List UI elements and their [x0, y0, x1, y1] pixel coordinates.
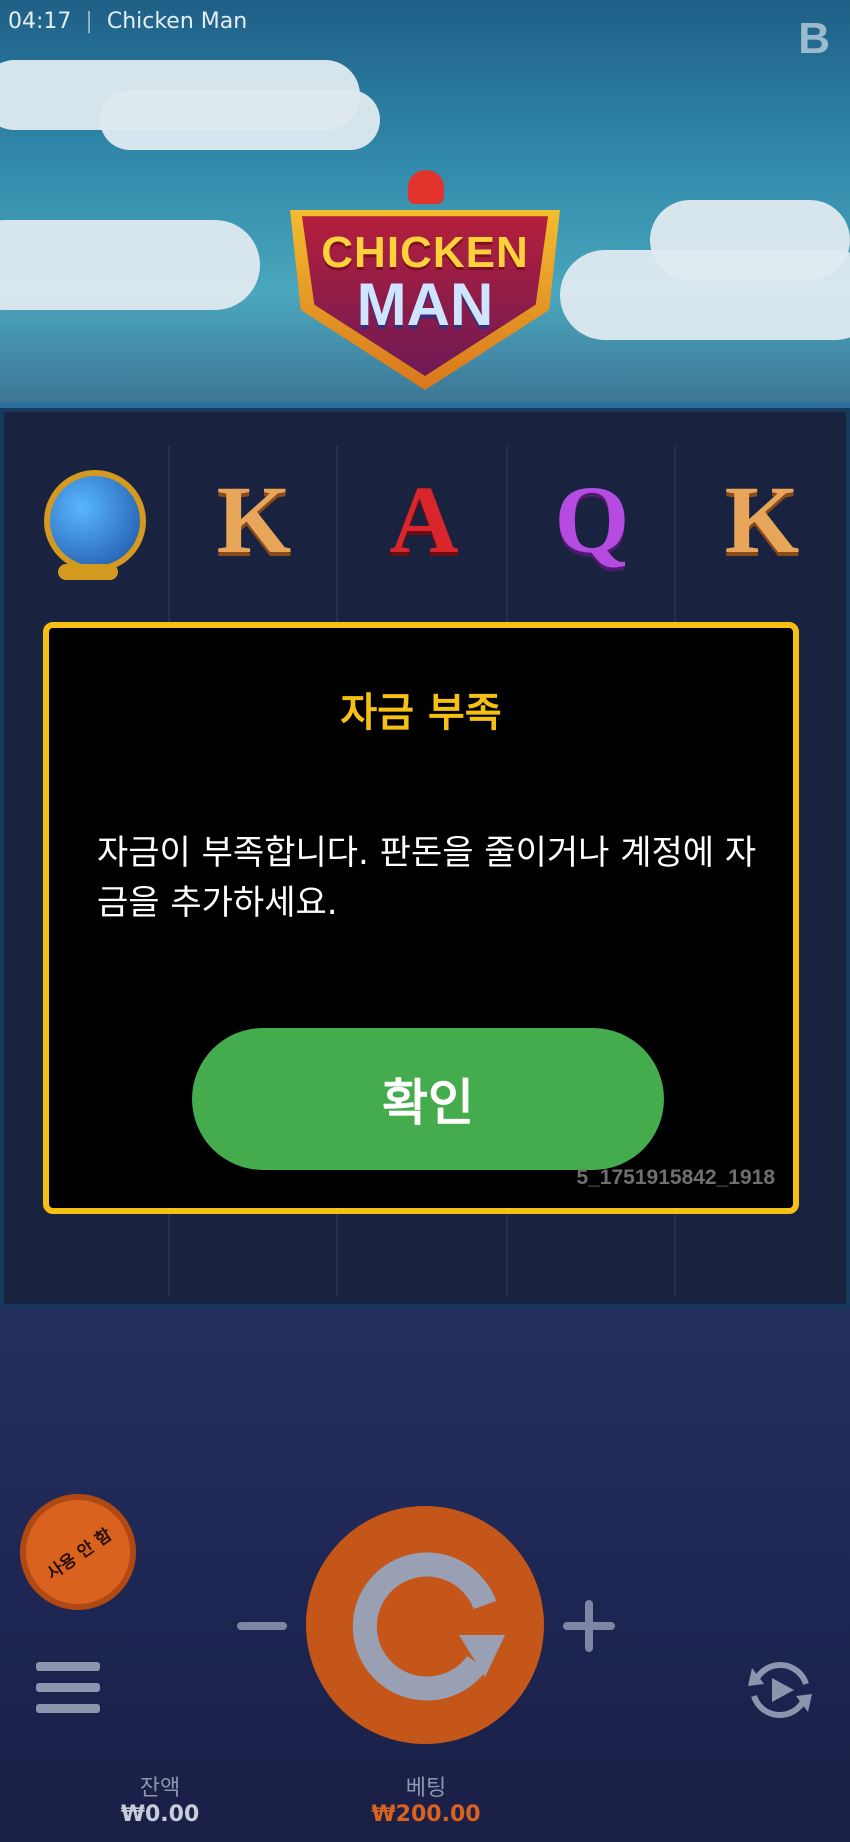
- insufficient-funds-dialog: 자금 부족 자금이 부족합니다. 판돈을 줄이거나 계정에 자금을 추가하세요.…: [43, 622, 799, 1214]
- game-logo: CHICKEN MAN: [290, 170, 560, 390]
- brand-icon: B: [798, 14, 830, 63]
- increase-bet-button[interactable]: [563, 1600, 615, 1652]
- app-title: Chicken Man: [106, 8, 248, 34]
- hamburger-icon-line: [36, 1704, 100, 1713]
- reel-symbol-k: K: [216, 466, 292, 573]
- menu-button[interactable]: [36, 1662, 100, 1714]
- bet-label: 베팅: [405, 1776, 447, 1801]
- cloud: [100, 90, 380, 150]
- status-bar: 04:17 | Chicken Man: [8, 4, 247, 38]
- autoplay-button[interactable]: [744, 1654, 816, 1726]
- dialog-error-code: 5_1751915842_1918: [576, 1166, 775, 1189]
- globe-symbol-icon: [18, 460, 158, 580]
- dialog-title: 자금 부족: [340, 690, 502, 736]
- cloud: [650, 200, 850, 280]
- decrease-bet-button[interactable]: [236, 1600, 288, 1652]
- spin-arrow-icon: [352, 1552, 505, 1701]
- logo-line2: MAN: [356, 271, 494, 338]
- hamburger-icon-line: [36, 1683, 100, 1692]
- autoplay-icon: [748, 1661, 812, 1719]
- globe-base: [58, 564, 118, 580]
- bet-value: ₩200.00: [371, 1802, 481, 1827]
- reel-symbol-a: A: [389, 466, 459, 573]
- reel-symbol-q: Q: [554, 466, 630, 573]
- dialog-message: 자금이 부족합니다. 판돈을 줄이거나 계정에 자금을 추가하세요.: [97, 833, 757, 923]
- balance-value: ₩0.00: [120, 1802, 200, 1827]
- cloud: [0, 220, 260, 310]
- hamburger-icon: [36, 1662, 100, 1671]
- confirm-button[interactable]: 확인: [192, 1028, 664, 1170]
- minus-icon: [237, 1622, 287, 1630]
- status-separator: |: [85, 8, 93, 34]
- status-time: 04:17: [8, 8, 72, 34]
- spin-button[interactable]: [306, 1506, 544, 1744]
- chicken-comb-icon: [408, 170, 444, 204]
- reel-symbol-k: K: [724, 466, 800, 573]
- globe-ball: [44, 470, 146, 572]
- disabled-feature-badge[interactable]: 사용 안 함: [20, 1494, 136, 1610]
- plus-icon-vertical: [585, 1600, 593, 1652]
- balance-label: 잔액: [139, 1776, 181, 1801]
- disabled-feature-label: 사용 안 함: [43, 1524, 116, 1584]
